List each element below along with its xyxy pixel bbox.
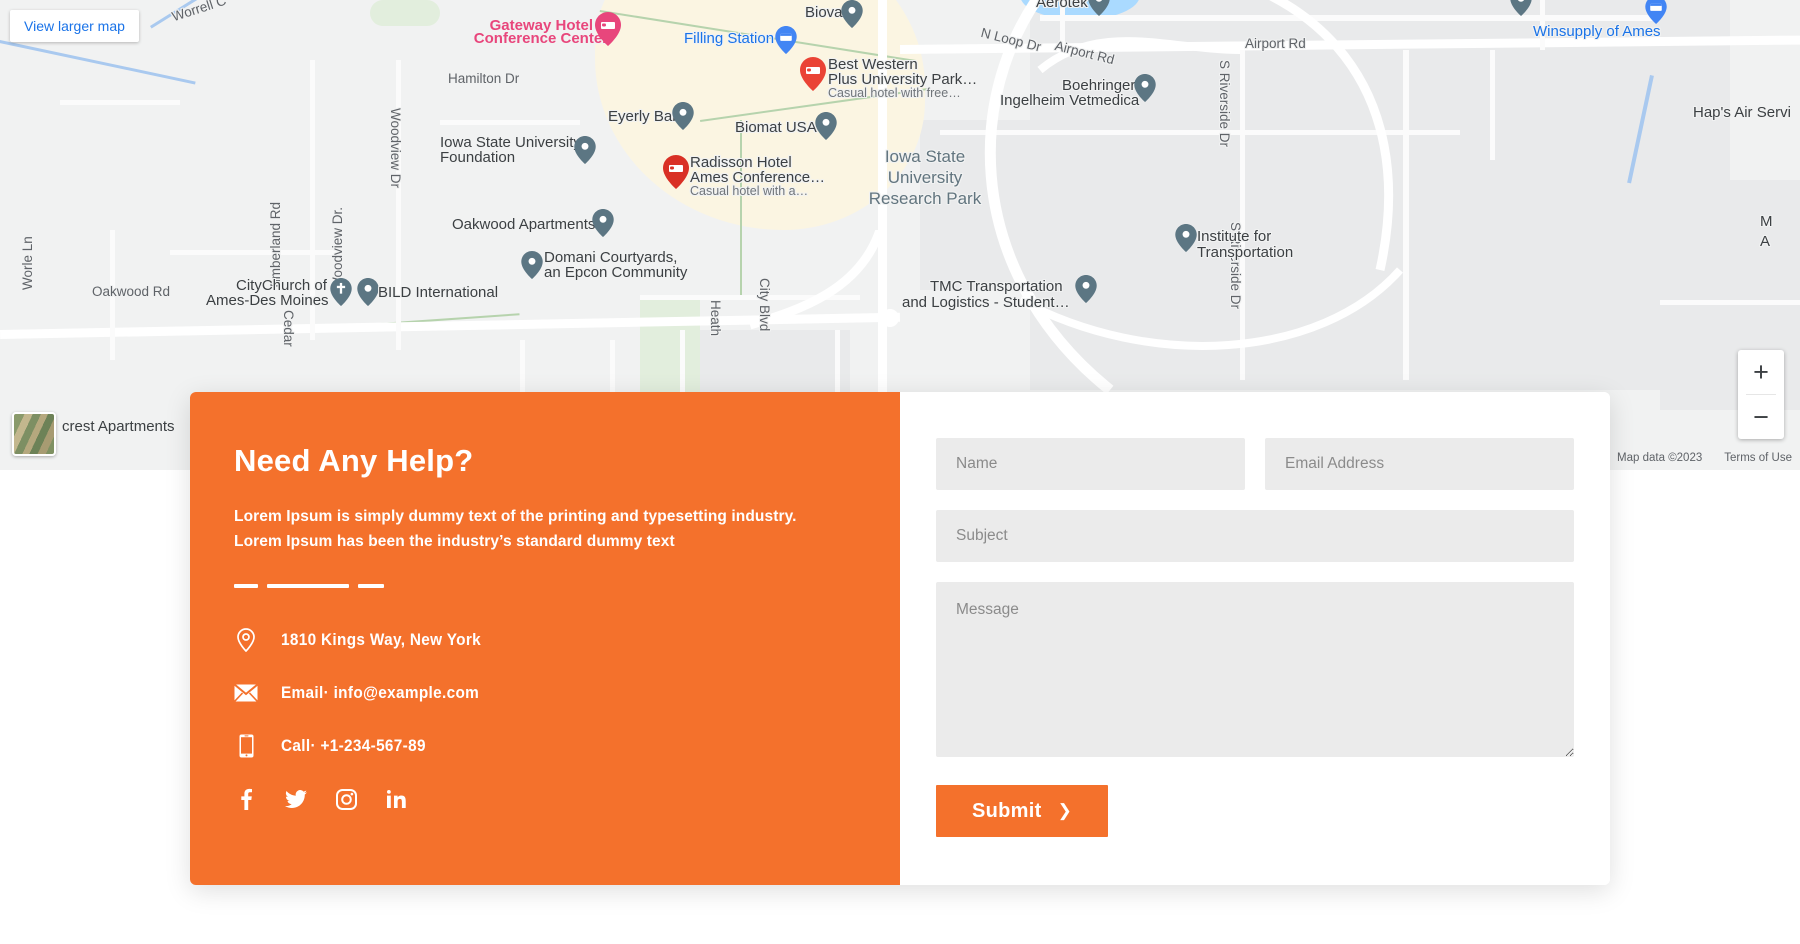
church-pin-icon[interactable]	[330, 278, 352, 306]
phone-text[interactable]: Call· +1-234-567-89	[281, 737, 426, 756]
message-input[interactable]	[936, 582, 1574, 757]
map-poi-right-edge: MA	[1760, 213, 1773, 250]
map-poi-biova[interactable]: Biova	[805, 4, 843, 21]
map-green-patch	[370, 0, 440, 26]
name-input[interactable]	[936, 438, 1245, 490]
map-poi-bild-international[interactable]: BILD International	[378, 284, 498, 301]
map-poi-aerotek[interactable]: Aerotek	[1036, 0, 1088, 11]
contact-form: Submit ❯	[900, 392, 1610, 885]
map-area-label-research-park: Iowa State University Research Park	[868, 147, 982, 208]
contact-paragraph-line-1: Lorem Ipsum is simply dummy text of the …	[234, 508, 797, 526]
divider-dash-3	[358, 584, 384, 589]
grey-pin-eyerly-icon[interactable]	[672, 102, 694, 130]
map-street-worle: Worle Ln	[20, 236, 35, 290]
submit-button-label: Submit	[972, 799, 1042, 822]
grey-pin-aerotek-icon[interactable]	[1088, 0, 1110, 16]
zoom-in-button[interactable]: +	[1738, 350, 1784, 394]
hotel-pin-pink-icon[interactable]	[595, 12, 621, 46]
map-poi-biomat[interactable]: Biomat USA	[735, 119, 817, 136]
map-poi-winsupply[interactable]: Winsupply of Ames	[1533, 24, 1661, 39]
grey-pin-biomat-icon[interactable]	[815, 112, 837, 140]
location-pin-icon	[234, 628, 258, 653]
map-street-airport-2: Airport Rd	[1245, 36, 1306, 51]
map-road-h3	[440, 120, 580, 125]
map-street-heath: Heath	[708, 300, 723, 337]
form-subject-row	[936, 510, 1574, 562]
contact-paragraph-line-2: Lorem Ipsum has been the industry’s stan…	[234, 533, 675, 551]
map-zoom-control[interactable]: + −	[1738, 350, 1784, 439]
map-street-hamilton: Hamilton Dr	[448, 71, 520, 86]
grey-pin-bild-icon[interactable]	[357, 278, 379, 306]
map-poi-institute-line1[interactable]: Institute for	[1197, 228, 1271, 245]
map-poi-domani-line2[interactable]: an Epcon Community	[544, 264, 687, 281]
facebook-icon[interactable]	[234, 787, 258, 811]
phone-row[interactable]: Call· +1-234-567-89	[234, 734, 856, 758]
contact-info-panel: Need Any Help? Lorem Ipsum is simply dum…	[190, 392, 900, 885]
social-links	[234, 787, 856, 811]
map-road-woodview	[396, 60, 401, 350]
map-thumbnail-image[interactable]	[12, 412, 56, 456]
map-poi-tmc-line2[interactable]: and Logistics - Student…	[902, 294, 1070, 311]
map-poi-eyerly-ball[interactable]: Eyerly Ball	[608, 108, 679, 125]
map-interchange	[748, 230, 899, 330]
twitter-icon[interactable]	[284, 787, 308, 811]
map-road-h4	[60, 100, 180, 105]
linkedin-icon[interactable]	[384, 787, 408, 811]
grey-pin-isu-foundation-icon[interactable]	[574, 136, 596, 164]
map-street-riverside: S Riverside Dr	[1217, 60, 1232, 148]
submit-button[interactable]: Submit ❯	[936, 785, 1109, 837]
map-street-cedar: Cedar	[281, 310, 296, 347]
email-row[interactable]: Email· info@example.com	[234, 681, 856, 705]
map-poi-bestwestern-sub: Casual hotel with free…	[828, 86, 961, 100]
map-street-city-blvd: City Blvd	[757, 278, 772, 332]
store-pin-blue-icon[interactable]	[775, 26, 797, 54]
terms-of-use-link[interactable]: Terms of Use	[1724, 452, 1792, 464]
form-top-row	[936, 438, 1574, 490]
map-poi-oakwood-apartments[interactable]: Oakwood Apartments	[452, 216, 595, 233]
map-poi-isu-foundation-line2[interactable]: Foundation	[440, 149, 515, 166]
grey-pin-biova-icon[interactable]	[841, 0, 863, 28]
grey-pin-unnamed-icon[interactable]	[1510, 0, 1532, 16]
map-poi-citychurch-line2[interactable]: Ames-Des Moines	[206, 292, 329, 309]
map-stream-1	[0, 40, 196, 85]
map-poi-gateway-hotel-line2[interactable]: Conference Center	[468, 30, 608, 47]
map-poi-boehringer-line2[interactable]: Ingelheim Vetmedica	[1000, 92, 1139, 109]
store-pin-blue-winsupply-icon[interactable]	[1645, 0, 1667, 24]
view-larger-map-button[interactable]: View larger map	[10, 10, 139, 42]
chevron-right-icon: ❯	[1057, 801, 1073, 820]
map-poi-institute-line2[interactable]: Transportation	[1197, 244, 1293, 261]
address-row: 1810 Kings Way, New York	[234, 628, 856, 653]
zoom-out-button[interactable]: −	[1738, 395, 1784, 439]
grey-pin-oakwood-icon[interactable]	[592, 209, 614, 237]
page-title: Need Any Help?	[234, 443, 474, 478]
address-text: 1810 Kings Way, New York	[281, 630, 481, 649]
map-street-oakwood: Oakwood Rd	[92, 284, 171, 299]
instagram-icon[interactable]	[334, 787, 358, 811]
map-poi-crest-apartments[interactable]: crest Apartments	[62, 418, 175, 435]
email-input[interactable]	[1265, 438, 1574, 490]
map-poi-filling-station[interactable]: Filling Station	[684, 31, 774, 46]
divider-dash-2	[267, 584, 349, 589]
decorative-divider	[234, 584, 856, 589]
subject-input[interactable]	[936, 510, 1574, 562]
grey-pin-domani-icon[interactable]	[521, 251, 543, 279]
grey-pin-boehringer-icon[interactable]	[1134, 74, 1156, 102]
map-street-worrell: Worrell C	[170, 0, 228, 25]
map-poi-haps-air[interactable]: Hap's Air Servi	[1693, 104, 1791, 121]
contact-card: Need Any Help? Lorem Ipsum is simply dum…	[190, 392, 1610, 885]
divider-dash-1	[234, 584, 258, 589]
hotel-pin-red-bestwestern-icon[interactable]	[800, 57, 826, 91]
map-poi-radisson-sub: Casual hotel with a…	[690, 184, 809, 198]
map-poi-tmc-line1[interactable]: TMC Transportation	[930, 278, 1063, 295]
grey-pin-institute-transportation-icon[interactable]	[1175, 224, 1197, 252]
envelope-icon	[234, 681, 258, 705]
email-text[interactable]: Email· info@example.com	[281, 684, 479, 703]
map-data-copyright: Map data ©2023	[1617, 452, 1703, 464]
map-road-h6	[1660, 300, 1800, 305]
map-street-woodview: Woodview Dr	[388, 108, 403, 189]
hotel-pin-red-radisson-icon[interactable]	[663, 155, 689, 189]
mobile-phone-icon	[234, 734, 258, 758]
map-attribution: Map data ©2023 Terms of Use	[1617, 452, 1792, 464]
grey-pin-tmc-icon[interactable]	[1075, 275, 1097, 303]
